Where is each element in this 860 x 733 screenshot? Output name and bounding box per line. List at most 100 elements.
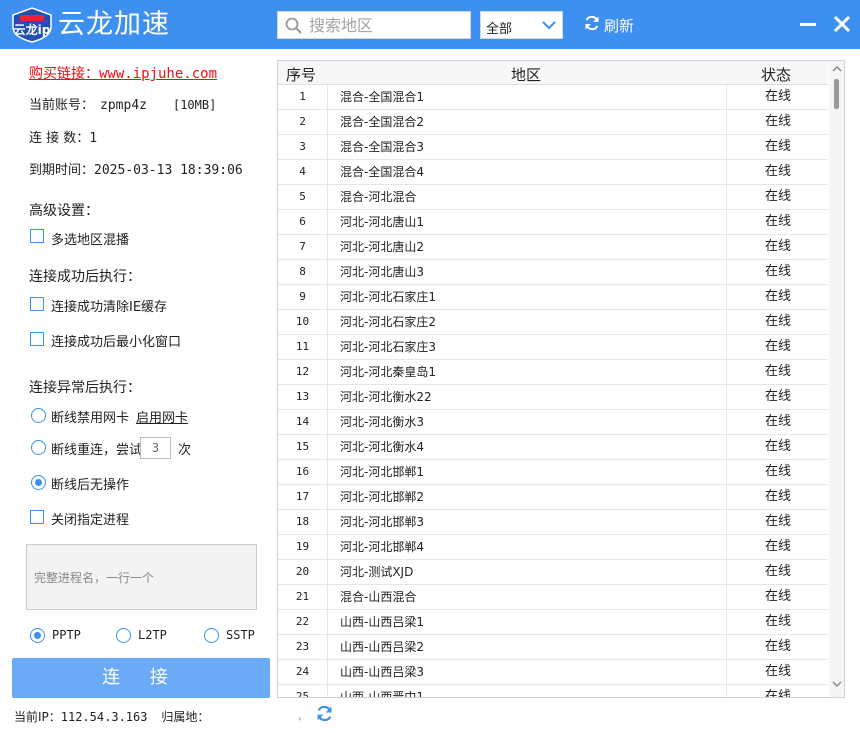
no-action-radio[interactable] — [31, 475, 46, 490]
row-region: 河北-河北衡水4 — [329, 435, 727, 459]
row-index: 7 — [278, 235, 328, 259]
table-row[interactable]: 25 山西-山西晋中1 在线 — [278, 685, 828, 698]
account-value: zpmp4z — [100, 98, 147, 113]
on-success-title: 连接成功后执行： — [29, 269, 141, 285]
clear-ie-cache-checkbox[interactable] — [30, 297, 44, 311]
close-button[interactable] — [830, 12, 854, 36]
buy-link[interactable]: 购买链接：www.ipjuhe.com — [29, 63, 217, 83]
process-textarea[interactable] — [26, 544, 257, 610]
minimize-window-label: 连接成功后最小化窗口 — [51, 335, 182, 350]
app-logo: 云龙ip — [12, 7, 52, 43]
row-region: 河北-河北衡水3 — [329, 410, 727, 434]
search-box[interactable] — [277, 11, 471, 39]
table-row[interactable]: 15 河北-河北衡水4 在线 — [278, 435, 828, 460]
table-row[interactable]: 17 河北-河北邯郸2 在线 — [278, 485, 828, 510]
row-region: 混合-全国混合3 — [329, 135, 727, 159]
table-row[interactable]: 2 混合-全国混合2 在线 — [278, 110, 828, 135]
row-status: 在线 — [764, 289, 791, 304]
table-row[interactable]: 22 山西-山西吕梁1 在线 — [278, 610, 828, 635]
protocol-l2tp-label: L2TP — [138, 628, 167, 642]
ip-label: 当前IP： — [14, 710, 61, 724]
title-bar: 云龙ip 云龙加速 全部 刷新 — [0, 0, 860, 49]
region-select[interactable]: 全部 — [480, 11, 563, 39]
row-index: 20 — [278, 560, 328, 584]
connect-button[interactable]: 连 接 — [12, 658, 270, 698]
table-row[interactable]: 11 河北-河北石家庄3 在线 — [278, 335, 828, 360]
row-status: 在线 — [764, 464, 791, 479]
table-row[interactable]: 20 河北-测试XJD 在线 — [278, 560, 828, 585]
scroll-up-icon[interactable] — [832, 65, 842, 72]
scroll-down-icon[interactable] — [832, 681, 842, 688]
ip-refresh-icon[interactable] — [316, 705, 333, 722]
row-status: 在线 — [764, 264, 791, 279]
row-status: 在线 — [764, 514, 791, 529]
protocol-l2tp-radio[interactable] — [116, 628, 131, 643]
quota-badge: [10MB] — [172, 98, 217, 112]
row-status: 在线 — [764, 364, 791, 379]
table-row[interactable]: 7 河北-河北唐山2 在线 — [278, 235, 828, 260]
row-index: 11 — [278, 335, 328, 359]
minimize-button[interactable] — [797, 13, 819, 35]
table-row[interactable]: 12 河北-河北秦皇岛1 在线 — [278, 360, 828, 385]
minimize-window-checkbox[interactable] — [30, 332, 44, 346]
row-region: 河北-河北秦皇岛1 — [329, 360, 727, 384]
close-process-checkbox[interactable] — [30, 510, 44, 524]
row-region: 河北-河北邯郸1 — [329, 460, 727, 484]
table-row[interactable]: 5 混合-河北混合 在线 — [278, 185, 828, 210]
row-status: 在线 — [764, 689, 791, 698]
row-index: 10 — [278, 310, 328, 334]
row-index: 9 — [278, 285, 328, 309]
status-bar: 当前IP：112.54.3.163 归属地： , — [14, 708, 302, 725]
expire-value: 2025-03-13 18:39:06 — [94, 163, 243, 178]
table-row[interactable]: 9 河北-河北石家庄1 在线 — [278, 285, 828, 310]
column-header-status[interactable]: 状态 — [761, 64, 791, 85]
table-row[interactable]: 13 河北-河北衡水22 在线 — [278, 385, 828, 410]
close-process-label: 关闭指定进程 — [51, 513, 130, 528]
connections-row: 连 接 数：1 — [29, 127, 97, 146]
vertical-scrollbar[interactable] — [829, 61, 844, 697]
table-row[interactable]: 14 河北-河北衡水3 在线 — [278, 410, 828, 435]
protocol-pptp-radio[interactable] — [30, 628, 45, 643]
row-index: 12 — [278, 360, 328, 384]
no-action-label: 断线后无操作 — [51, 478, 130, 493]
table-row[interactable]: 21 混合-山西混合 在线 — [278, 585, 828, 610]
table-row[interactable]: 19 河北-河北邯郸4 在线 — [278, 535, 828, 560]
row-region: 山西-山西吕梁1 — [329, 610, 727, 634]
column-header-index[interactable]: 序号 — [286, 64, 316, 85]
reconnect-radio[interactable] — [31, 440, 46, 455]
account-label: 当前账号： — [29, 98, 95, 113]
table-row[interactable]: 1 混合-全国混合1 在线 — [278, 85, 828, 110]
table-row[interactable]: 24 山西-山西吕梁3 在线 — [278, 660, 828, 685]
table-row[interactable]: 18 河北-河北邯郸3 在线 — [278, 510, 828, 535]
retry-count-input[interactable]: 3 — [140, 437, 171, 459]
row-region: 河北-河北唐山1 — [329, 210, 727, 234]
table-row[interactable]: 16 河北-河北邯郸1 在线 — [278, 460, 828, 485]
row-region: 山西-山西晋中1 — [329, 685, 727, 697]
row-status: 在线 — [764, 589, 791, 604]
table-row[interactable]: 23 山西-山西吕梁2 在线 — [278, 635, 828, 660]
table-row[interactable]: 4 混合-全国混合4 在线 — [278, 160, 828, 185]
table-row[interactable]: 6 河北-河北唐山1 在线 — [278, 210, 828, 235]
row-status: 在线 — [764, 389, 791, 404]
row-status: 在线 — [764, 339, 791, 354]
table-row[interactable]: 3 混合-全国混合3 在线 — [278, 135, 828, 160]
row-status: 在线 — [764, 164, 791, 179]
row-index: 15 — [278, 435, 328, 459]
table-row[interactable]: 8 河北-河北唐山3 在线 — [278, 260, 828, 285]
search-input[interactable] — [309, 13, 467, 37]
column-header-region[interactable]: 地区 — [511, 64, 541, 85]
row-index: 6 — [278, 210, 328, 234]
multi-region-checkbox[interactable] — [30, 229, 44, 243]
enable-nic-link[interactable]: 启用网卡 — [136, 407, 188, 426]
disable-nic-radio[interactable] — [31, 408, 46, 423]
protocol-sstp-radio[interactable] — [204, 628, 219, 643]
connections-value: 1 — [89, 131, 98, 146]
row-region: 河北-河北衡水22 — [329, 385, 727, 409]
scroll-thumb[interactable] — [834, 79, 839, 109]
app-title: 云龙加速 — [58, 9, 170, 40]
logo-text: 云龙ip — [14, 22, 51, 37]
table-row[interactable]: 10 河北-河北石家庄2 在线 — [278, 310, 828, 335]
row-index: 21 — [278, 585, 328, 609]
row-region: 河北-河北石家庄2 — [329, 310, 727, 334]
ip-value: 112.54.3.163 — [60, 710, 148, 724]
